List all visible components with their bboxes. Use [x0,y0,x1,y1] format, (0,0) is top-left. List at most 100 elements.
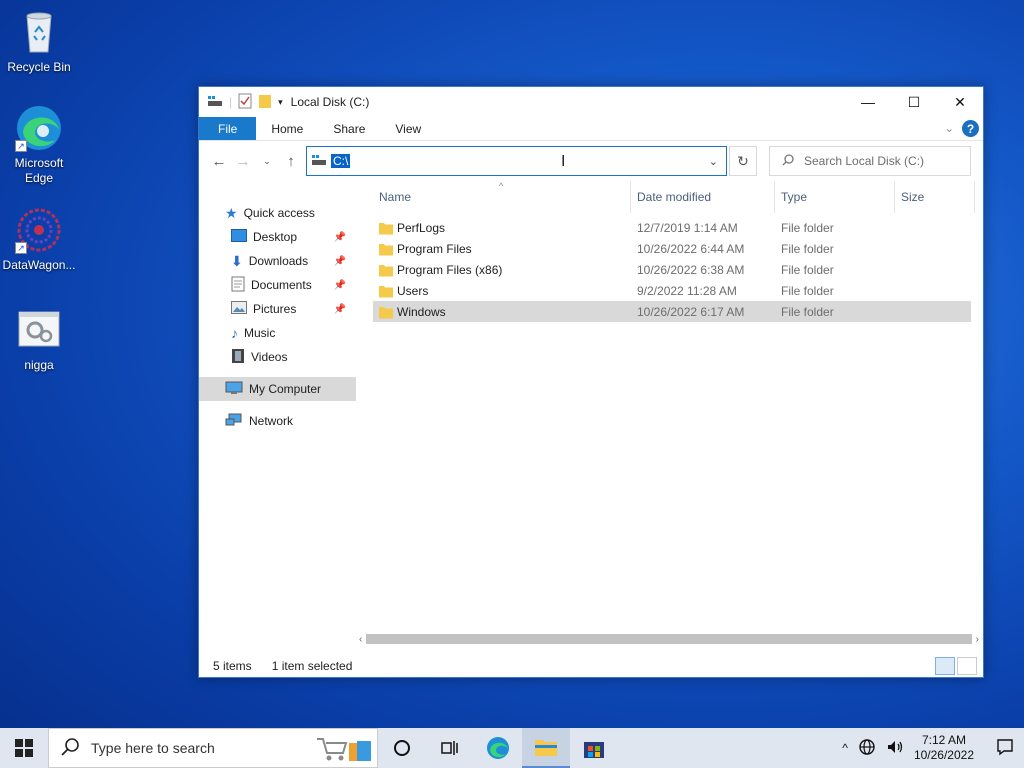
file-row[interactable]: PerfLogs 12/7/2019 1:14 AM File folder [373,217,971,238]
close-button[interactable]: ✕ [937,87,983,117]
forward-button[interactable]: → [231,153,255,170]
properties-icon[interactable] [238,93,252,112]
help-button[interactable]: ? [962,120,979,137]
desktop-icon-microsoft-edge[interactable]: ↗ Microsoft Edge [1,104,77,186]
task-view-button[interactable] [426,728,474,768]
folder-icon [379,221,393,238]
file-list-pane: ^ Name Date modified Type Size PerfLogs … [356,181,983,655]
desktop-icon-datawagon[interactable]: ↗ DataWagon... [1,206,77,273]
horizontal-scrollbar[interactable]: ‹ › [359,631,979,647]
sidebar-item-downloads[interactable]: ⬇ Downloads 📌 [199,249,356,273]
desktop-icon-label: Recycle Bin [7,60,71,74]
address-dropdown-icon[interactable]: ⌄ [709,155,718,168]
file-date: 10/26/2022 6:17 AM [637,304,745,319]
edge-icon: ↗ [15,104,63,152]
star-icon: ★ [225,204,238,221]
folder-icon [379,263,393,280]
drive-icon [311,153,327,170]
volume-icon[interactable] [886,738,904,759]
desktop-icon-label: DataWagon... [2,258,76,272]
show-hidden-icons-button[interactable]: ^ [842,741,848,755]
sidebar-item-label: Desktop [253,230,298,244]
taskbar: Type here to search ^ 7:12 AM 10/26/2022 [0,728,1024,768]
sidebar-item-label: Quick access [243,206,315,220]
file-explorer-window: | ▾ Local Disk (C:) — ☐ ✕ File Home Shar… [198,86,984,678]
scroll-left-icon[interactable]: ‹ [359,634,362,645]
text-cursor-icon: I [561,153,566,170]
column-headers: ^ Name Date modified Type Size [373,181,983,213]
clock[interactable]: 7:12 AM 10/26/2022 [914,733,974,763]
back-button[interactable]: ← [207,153,231,170]
column-header-date[interactable]: Date modified [631,181,775,213]
column-header-type[interactable]: Type [775,181,895,213]
refresh-button[interactable]: ↻ [729,146,757,176]
desktop-icon-nigga[interactable]: nigga [1,306,77,373]
column-header-size[interactable]: Size [895,181,975,213]
maximize-button[interactable]: ☐ [891,87,937,117]
file-row[interactable]: Program Files (x86) 10/26/2022 6:38 AM F… [373,259,971,280]
minimize-button[interactable]: — [845,87,891,117]
tab-view[interactable]: View [380,117,436,140]
search-box[interactable]: Search Local Disk (C:) [769,146,971,176]
pin-icon: 📌 [333,279,346,291]
address-path-text[interactable]: C:\ [331,154,351,168]
folder-icon [379,305,393,322]
sidebar-item-videos[interactable]: Videos [199,345,356,369]
system-tray: ^ 7:12 AM 10/26/2022 [842,728,1024,768]
shortcut-arrow-icon: ↗ [15,140,27,152]
cortana-button[interactable] [378,728,426,768]
status-bar: 5 items 1 item selected [199,655,983,677]
title-bar[interactable]: | ▾ Local Disk (C:) — ☐ ✕ [199,87,983,117]
new-folder-icon[interactable] [258,93,272,112]
file-explorer-icon [535,740,557,756]
sidebar-item-music[interactable]: ♪ Music [199,321,356,345]
taskbar-edge-button[interactable] [474,728,522,768]
column-header-name[interactable]: Name [373,181,631,213]
tab-file[interactable]: File [199,117,257,140]
view-switcher [935,657,977,675]
recent-locations-button[interactable]: ⌄ [255,156,279,167]
navigation-bar: ← → ⌄ ↑ C:\ I ⌄ ↻ Search Local Disk (C:) [199,141,983,181]
sidebar-item-label: Network [249,414,294,428]
sidebar-item-documents[interactable]: Documents 📌 [199,273,356,297]
file-row[interactable]: Program Files 10/26/2022 6:44 AM File fo… [373,238,971,259]
sidebar-item-label: My Computer [249,382,322,396]
scroll-right-icon[interactable]: › [976,634,979,645]
navigation-pane[interactable]: ★ Quick access Desktop 📌 ⬇ Downloads 📌 D… [199,181,356,655]
shopping-icon [315,735,373,766]
taskbar-store-button[interactable] [570,728,618,768]
file-row-selected[interactable]: Windows 10/26/2022 6:17 AM File folder [373,301,971,322]
sidebar-item-pictures[interactable]: Pictures 📌 [199,297,356,321]
taskbar-search-box[interactable]: Type here to search [48,728,378,768]
ribbon-tabs: File Home Share View ⌄ ? [199,117,983,141]
sidebar-item-quick-access[interactable]: ★ Quick access [199,201,356,225]
file-name: Program Files (x86) [397,262,503,277]
store-icon [584,742,604,758]
network-icon [225,413,243,430]
notifications-button[interactable] [996,738,1014,759]
folder-icon [379,284,393,301]
sidebar-item-desktop[interactable]: Desktop 📌 [199,225,356,249]
sidebar-item-network[interactable]: Network [199,409,356,433]
customize-quick-access-icon[interactable]: ▾ [278,97,283,108]
start-button[interactable] [0,728,48,768]
up-button[interactable]: ↑ [279,153,303,170]
file-row[interactable]: Users 9/2/2022 11:28 AM File folder [373,280,971,301]
selection-count: 1 item selected [271,659,353,673]
address-bar[interactable]: C:\ I ⌄ [306,146,727,176]
file-type: File folder [781,283,834,298]
drive-icon [207,94,223,111]
desktop-icon-recycle-bin[interactable]: Recycle Bin [1,8,77,75]
sidebar-item-label: Pictures [253,302,297,316]
file-type: File folder [781,304,834,319]
network-globe-icon[interactable] [858,738,876,759]
details-view-icon[interactable] [935,657,955,675]
tab-home[interactable]: Home [256,117,318,140]
taskbar-file-explorer-button[interactable] [522,728,570,768]
scrollbar-thumb[interactable] [366,634,972,644]
file-name: Windows [397,304,446,319]
expand-ribbon-icon[interactable]: ⌄ [945,122,954,135]
large-icons-view-icon[interactable] [957,657,977,675]
sidebar-item-my-computer[interactable]: My Computer [199,377,356,401]
tab-share[interactable]: Share [318,117,380,140]
